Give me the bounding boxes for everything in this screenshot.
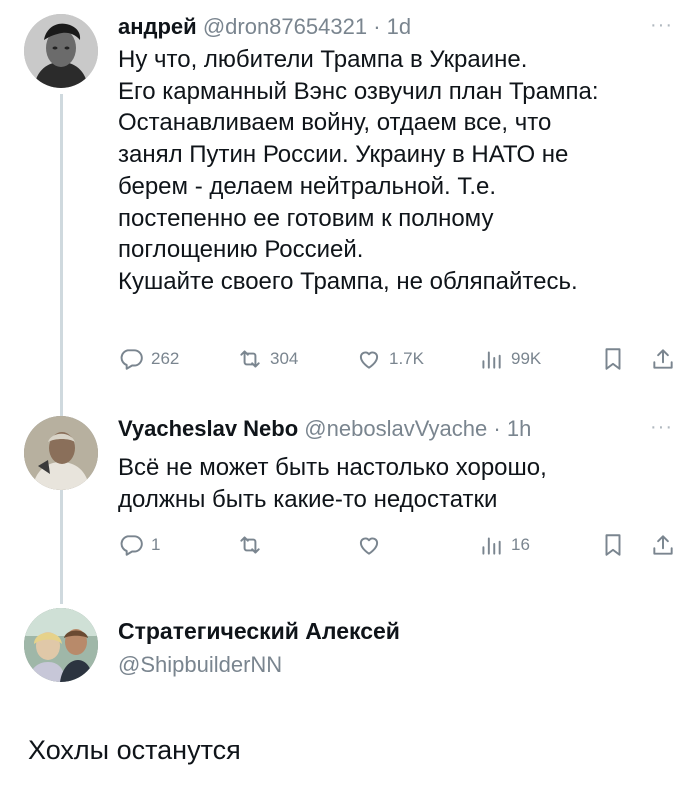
- author-name[interactable]: андрей: [118, 14, 197, 39]
- text-line: Его карманный Вэнс озвучил план Трампа:: [118, 77, 599, 105]
- bookmark-icon: [600, 346, 626, 372]
- views-count: 16: [511, 535, 530, 554]
- author-name[interactable]: Стратегический Алексей: [118, 618, 400, 645]
- thread-line: [60, 94, 63, 604]
- tweet-actions: 262 304 1.7K 99K: [118, 346, 678, 374]
- repost-count: 304: [270, 349, 299, 368]
- like-button[interactable]: [356, 532, 389, 558]
- share-icon: [650, 346, 676, 372]
- tweet-actions: 1 16: [118, 532, 678, 560]
- avatar-aleksei[interactable]: [24, 608, 98, 682]
- more-options-icon[interactable]: ···: [650, 14, 673, 37]
- share-button[interactable]: [650, 346, 676, 372]
- text-line: поглощению Россией.: [118, 236, 364, 264]
- views-icon: [478, 346, 504, 372]
- repost-button[interactable]: [237, 532, 270, 558]
- tweet-text: Ну что, любители Трампа в Украине. Его к…: [118, 44, 599, 298]
- text-line: постепенно ее готовим к полному: [118, 204, 494, 232]
- repost-icon: [237, 532, 263, 558]
- views-button[interactable]: 16: [478, 532, 530, 558]
- avatar-andrei-image: [24, 14, 98, 88]
- views-button[interactable]: 99K: [478, 346, 541, 372]
- tweet-time[interactable]: · 1d: [373, 14, 411, 39]
- text-line: Ну что, любители Трампа в Украине.: [118, 46, 528, 73]
- tweet-time[interactable]: · 1h: [493, 416, 531, 441]
- tweet-text: Всё не может быть настолько хорошо, долж…: [118, 452, 547, 515]
- bookmark-icon: [600, 532, 626, 558]
- text-line: должны быть какие-то недостатки: [118, 485, 498, 513]
- tweet-header: Vyacheslav Nebo @neboslavVyache · 1h: [118, 416, 531, 442]
- author-handle[interactable]: @ShipbuilderNN: [118, 652, 282, 678]
- reply-text: Хохлы останутся: [28, 735, 241, 765]
- author-name[interactable]: Vyacheslav Nebo: [118, 416, 298, 441]
- text-line: Кушайте своего Трампа, не обляпайтесь.: [118, 267, 578, 295]
- like-count: 1.7K: [389, 349, 424, 368]
- tweet-header: андрей @dron87654321 · 1d: [118, 14, 411, 40]
- share-button[interactable]: [650, 532, 676, 558]
- reply-button[interactable]: 262: [118, 346, 179, 372]
- avatar-vyacheslav-image: [24, 416, 98, 490]
- avatar-vyacheslav[interactable]: [24, 416, 98, 490]
- share-icon: [650, 532, 676, 558]
- like-icon: [356, 532, 382, 558]
- text-line: занял Путин России. Украину в НАТО не: [118, 141, 569, 169]
- reply-icon: [118, 532, 144, 558]
- views-icon: [478, 532, 504, 558]
- reply-count: 1: [151, 535, 161, 554]
- reply-button[interactable]: 1: [118, 532, 160, 558]
- repost-button[interactable]: 304: [237, 346, 298, 372]
- reply-count: 262: [151, 349, 180, 368]
- repost-icon: [237, 346, 263, 372]
- views-count: 99K: [511, 349, 542, 368]
- author-handle[interactable]: @dron87654321: [203, 14, 367, 39]
- author-handle[interactable]: @neboslavVyache: [304, 416, 487, 441]
- more-options-icon[interactable]: ···: [650, 416, 673, 439]
- avatar-aleksei-image: [24, 608, 98, 682]
- avatar-andrei[interactable]: [24, 14, 98, 88]
- bookmark-button[interactable]: [600, 346, 626, 372]
- bookmark-button[interactable]: [600, 532, 626, 558]
- reply-icon: [118, 346, 144, 372]
- like-button[interactable]: 1.7K: [356, 346, 424, 372]
- text-line: берем - делаем нейтральной. Т.е.: [118, 172, 496, 200]
- text-line: Всё не может быть настолько хорошо,: [118, 454, 547, 481]
- text-line: Останавливаем войну, отдаем все, что: [118, 109, 552, 137]
- like-icon: [356, 346, 382, 372]
